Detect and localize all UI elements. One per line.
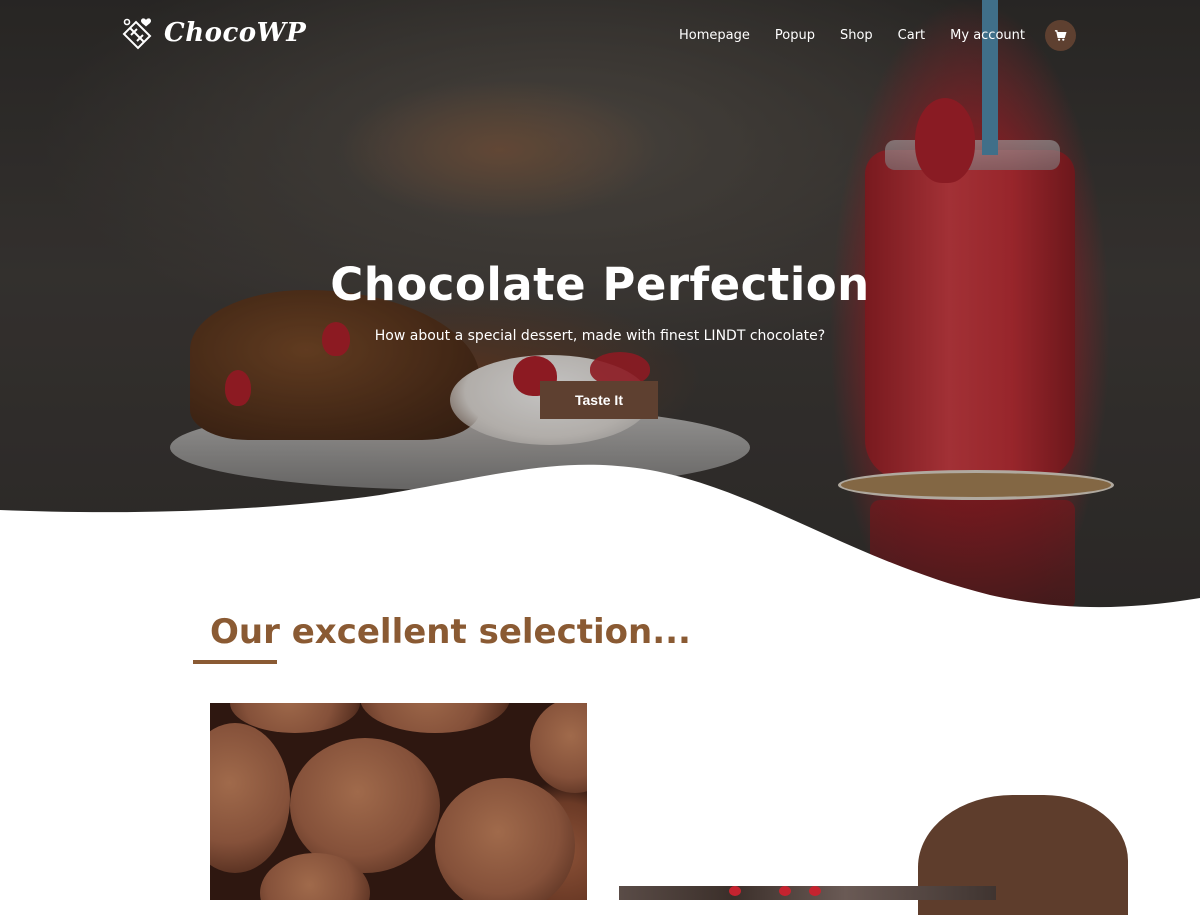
strawberry-image [779,886,791,896]
strawberry-image [809,886,821,896]
brand-name: ChocoWP [164,18,307,48]
section-title-underline [193,660,277,664]
nav-item-cart[interactable]: Cart [898,28,926,43]
section-title: Our excellent selection... [210,612,691,652]
cookie-image [530,703,587,793]
hero-title: Chocolate Perfection [330,258,870,311]
cookie-image [435,778,575,900]
taste-it-button[interactable]: Taste It [540,381,658,419]
nav-item-shop[interactable]: Shop [840,28,873,43]
product-image-chocolate-cookies[interactable] [210,703,587,900]
hero-subtitle: How about a special dessert, made with f… [374,328,826,344]
cookie-image [360,703,510,733]
product-image-dessert[interactable] [619,886,996,900]
main-navigation: Homepage Popup Shop Cart My account [679,20,1076,51]
strawberry-image [729,886,741,896]
shopping-cart-icon [1054,30,1067,41]
nav-item-homepage[interactable]: Homepage [679,28,750,43]
cart-button[interactable] [1045,20,1076,51]
chocolate-bar-hearts-icon [122,18,152,50]
nav-item-popup[interactable]: Popup [775,28,815,43]
nav-item-my-account[interactable]: My account [950,28,1025,43]
site-logo[interactable]: ChocoWP [120,16,306,50]
cookie-image [210,723,290,873]
